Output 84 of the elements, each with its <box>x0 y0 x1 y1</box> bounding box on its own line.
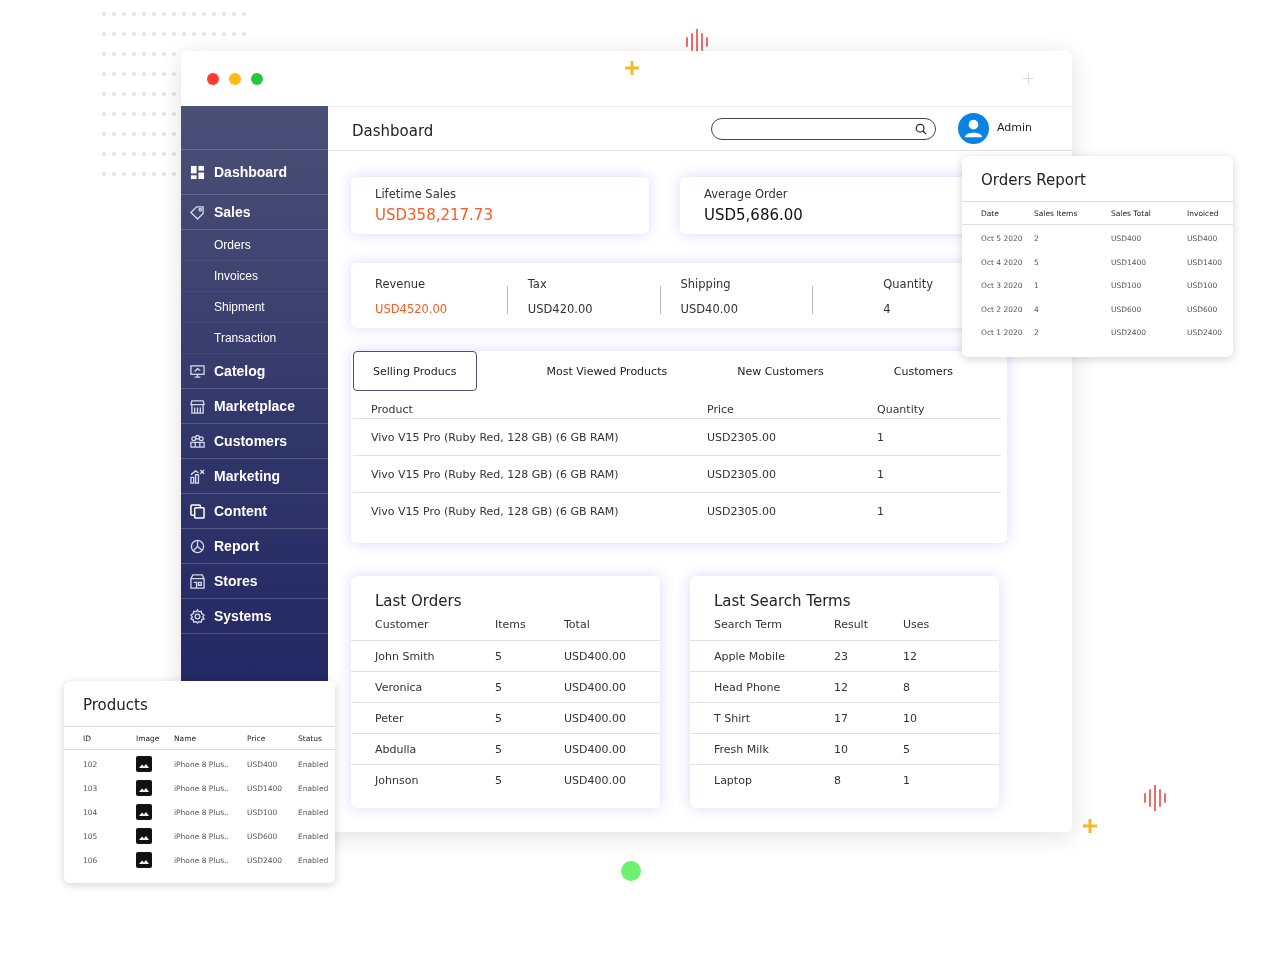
table-cell-text: Peter <box>375 711 405 725</box>
sidebar-subitem[interactable]: Transaction <box>181 323 328 354</box>
column-header: Result <box>834 618 869 631</box>
sidebar-item[interactable]: Customers <box>181 424 328 459</box>
card-title: Last Search Terms <box>713 592 852 610</box>
sidebar-subitem[interactable]: Invoices <box>181 261 328 292</box>
table-cell-text: 10 <box>834 742 849 756</box>
table-cell-text: 23 <box>834 649 849 663</box>
sidebar-item[interactable]: Systems <box>181 599 328 634</box>
table-cell-text: USD400.00 <box>564 711 627 725</box>
table-cell-text: 1 <box>877 504 885 518</box>
total-label: Tax <box>527 277 547 291</box>
stat-label: Average Order <box>704 187 789 201</box>
tab[interactable]: Most Viewed Products <box>526 351 688 391</box>
total-label: Revenue <box>375 277 426 291</box>
table-cell-text: 10 <box>903 711 918 725</box>
table-cell-text: 12 <box>834 680 849 694</box>
table-cell-text: Veronica <box>375 680 424 694</box>
column-header: Search Term <box>714 618 783 631</box>
user-name[interactable]: Admin <box>997 120 1033 137</box>
table-cell-text: Laptop <box>714 773 753 787</box>
sidebar-item[interactable]: Dashboard <box>181 150 328 195</box>
table-cell-text: USD2305.00 <box>707 430 777 444</box>
sidebar-item[interactable]: Marketing <box>181 459 328 494</box>
table-cell-text: 5 <box>495 773 503 787</box>
total-value: USD40.00 <box>680 302 738 316</box>
sidebar-item[interactable]: Report <box>181 529 328 564</box>
table-cell-text: USD400.00 <box>564 742 627 756</box>
table-cell-text: Apple Mobile <box>714 649 786 663</box>
stat-value: USD358,217.73 <box>375 206 494 224</box>
table-cell-text: 5 <box>495 649 503 663</box>
column-header: Product <box>371 403 414 416</box>
column-header: Uses <box>903 618 931 631</box>
sidebar-item[interactable]: Catelog <box>181 354 328 389</box>
table-cell-text: John Smith <box>375 649 436 663</box>
table-cell-text: 5 <box>903 742 911 756</box>
table-cell-text: 1 <box>877 430 885 444</box>
column-header: Quantity <box>877 403 926 416</box>
table-cell-text: Head Phone <box>714 680 782 694</box>
table-cell-text: USD400.00 <box>564 773 627 787</box>
sidebar-subitem[interactable]: Orders <box>181 230 328 261</box>
column-header: Customer <box>375 618 430 631</box>
table-cell-text: 5 <box>495 680 503 694</box>
total-value: 4 <box>883 302 891 316</box>
total-value: USD4520.00 <box>375 302 448 316</box>
table-cell-text: 12 <box>903 649 918 663</box>
table-cell-text: 1 <box>903 773 911 787</box>
table-cell-text: USD2305.00 <box>707 467 777 481</box>
stat-label: Lifetime Sales <box>375 187 457 201</box>
page-title: Dashboard <box>352 120 435 140</box>
table-cell-text: Fresh Milk <box>714 742 770 756</box>
table-cell-text: Johnson <box>375 773 420 787</box>
table-cell-text: T Shirt <box>714 711 752 725</box>
sidebar-item[interactable]: Stores <box>181 564 328 599</box>
table-cell-text: USD400.00 <box>564 680 627 694</box>
table-cell-text: 17 <box>834 711 849 725</box>
card-title: Last Orders <box>374 592 463 610</box>
table-cell-text: Abdulla <box>375 742 418 756</box>
sidebar-subitem[interactable]: Shipment <box>181 292 328 323</box>
table-cell-text: 5 <box>495 711 503 725</box>
table-cell-text: 1 <box>877 467 885 481</box>
table-cell-text: Vivo V15 Pro (Ruby Red, 128 GB) (6 GB RAM) <box>371 504 620 518</box>
tab[interactable]: Customers <box>873 351 973 391</box>
tab[interactable]: New Customers <box>717 351 844 391</box>
column-header: Total <box>564 618 591 631</box>
total-label: Quantity <box>883 277 933 291</box>
sidebar-item[interactable]: Content <box>181 494 328 529</box>
total-value: USD420.00 <box>527 302 593 316</box>
column-header: Price <box>707 403 735 416</box>
card-title: Orders Report <box>962 171 1233 202</box>
table-cell-text: 8 <box>903 680 911 694</box>
table-cell-text: USD2305.00 <box>707 504 777 518</box>
total-label: Shipping <box>680 277 731 291</box>
table-cell-text: Vivo V15 Pro (Ruby Red, 128 GB) (6 GB RAM) <box>371 467 620 481</box>
table-cell-text: Vivo V15 Pro (Ruby Red, 128 GB) (6 GB RAM) <box>371 430 620 444</box>
tab[interactable]: Selling Producs <box>353 351 477 391</box>
column-header: Items <box>495 618 527 631</box>
table-cell-text: 5 <box>495 742 503 756</box>
table-cell-text: USD400.00 <box>564 649 627 663</box>
sidebar-item[interactable]: Marketplace <box>181 389 328 424</box>
sidebar-item[interactable]: Sales <box>181 195 328 230</box>
stat-value: USD5,686.00 <box>704 206 804 224</box>
card-title: Products <box>64 696 335 727</box>
table-cell-text: 8 <box>834 773 842 787</box>
